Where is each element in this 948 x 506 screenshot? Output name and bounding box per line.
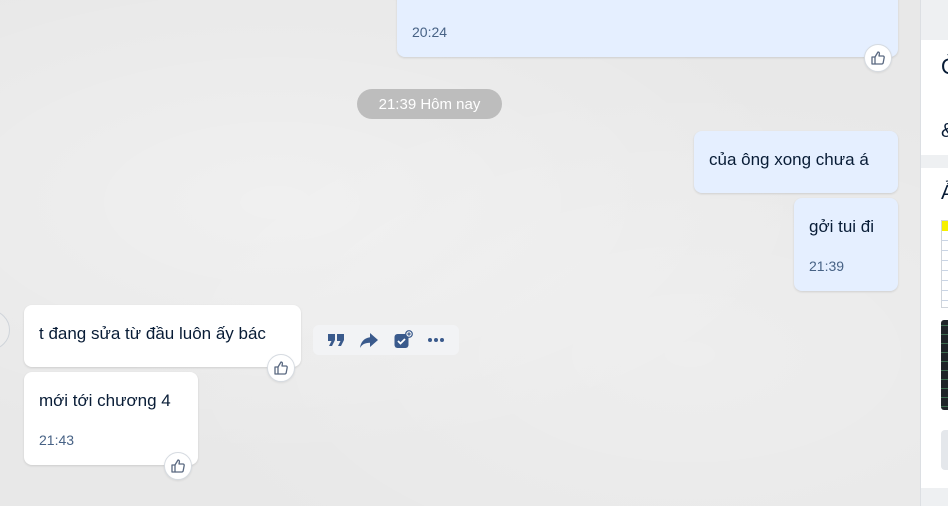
forward-icon <box>360 333 379 348</box>
message-time: 21:39 <box>809 258 845 274</box>
message-text: t đang sửa từ đầu luôn ấy bác <box>39 324 266 343</box>
conversation-info-panel: Ở & Ả <box>920 0 948 506</box>
panel-text-fragment: Ở <box>941 54 948 80</box>
reaction-button[interactable] <box>164 452 192 480</box>
message-hover-toolbar <box>313 325 459 355</box>
quote-icon <box>327 334 344 346</box>
more-button[interactable] <box>424 328 448 352</box>
reaction-button[interactable] <box>267 354 295 382</box>
panel-text-fragment: & <box>941 120 948 143</box>
forward-button[interactable] <box>357 328 381 352</box>
message-text: gởi tui đi <box>809 217 875 236</box>
quote-button[interactable] <box>324 328 348 352</box>
message-bubble-received[interactable]: t đang sửa từ đầu luôn ấy bác <box>24 305 301 367</box>
message-text: mới tới chương 4 <box>39 391 171 410</box>
view-all-button[interactable] <box>941 430 948 470</box>
media-thumbnail[interactable] <box>941 320 948 410</box>
media-thumbnail[interactable] <box>941 220 948 308</box>
message-bubble-sent[interactable]: của ông xong chưa á <box>694 131 898 193</box>
message-bubble-sent[interactable]: 20:24 <box>397 0 898 57</box>
panel-text-fragment: Ả <box>941 182 948 205</box>
create-task-icon <box>394 330 413 348</box>
message-time: 21:43 <box>39 432 75 448</box>
create-task-button[interactable] <box>391 328 415 352</box>
thumbs-up-icon <box>871 51 885 65</box>
thumbs-up-icon <box>274 361 288 375</box>
message-bubble-sent[interactable]: gởi tui đi 21:39 <box>794 198 898 291</box>
date-divider: 21:39 Hôm nay <box>357 89 502 119</box>
reaction-button[interactable] <box>864 44 892 72</box>
info-card: Ở & <box>921 40 948 155</box>
thumbs-up-icon <box>171 459 185 473</box>
message-bubble-received[interactable]: mới tới chương 4 21:43 <box>24 372 198 465</box>
more-icon <box>428 338 445 342</box>
message-text: của ông xong chưa á <box>709 150 869 169</box>
message-time: 20:24 <box>412 24 448 40</box>
chat-area: 20:24 21:39 Hôm nay của ông xong chưa á … <box>0 0 920 506</box>
